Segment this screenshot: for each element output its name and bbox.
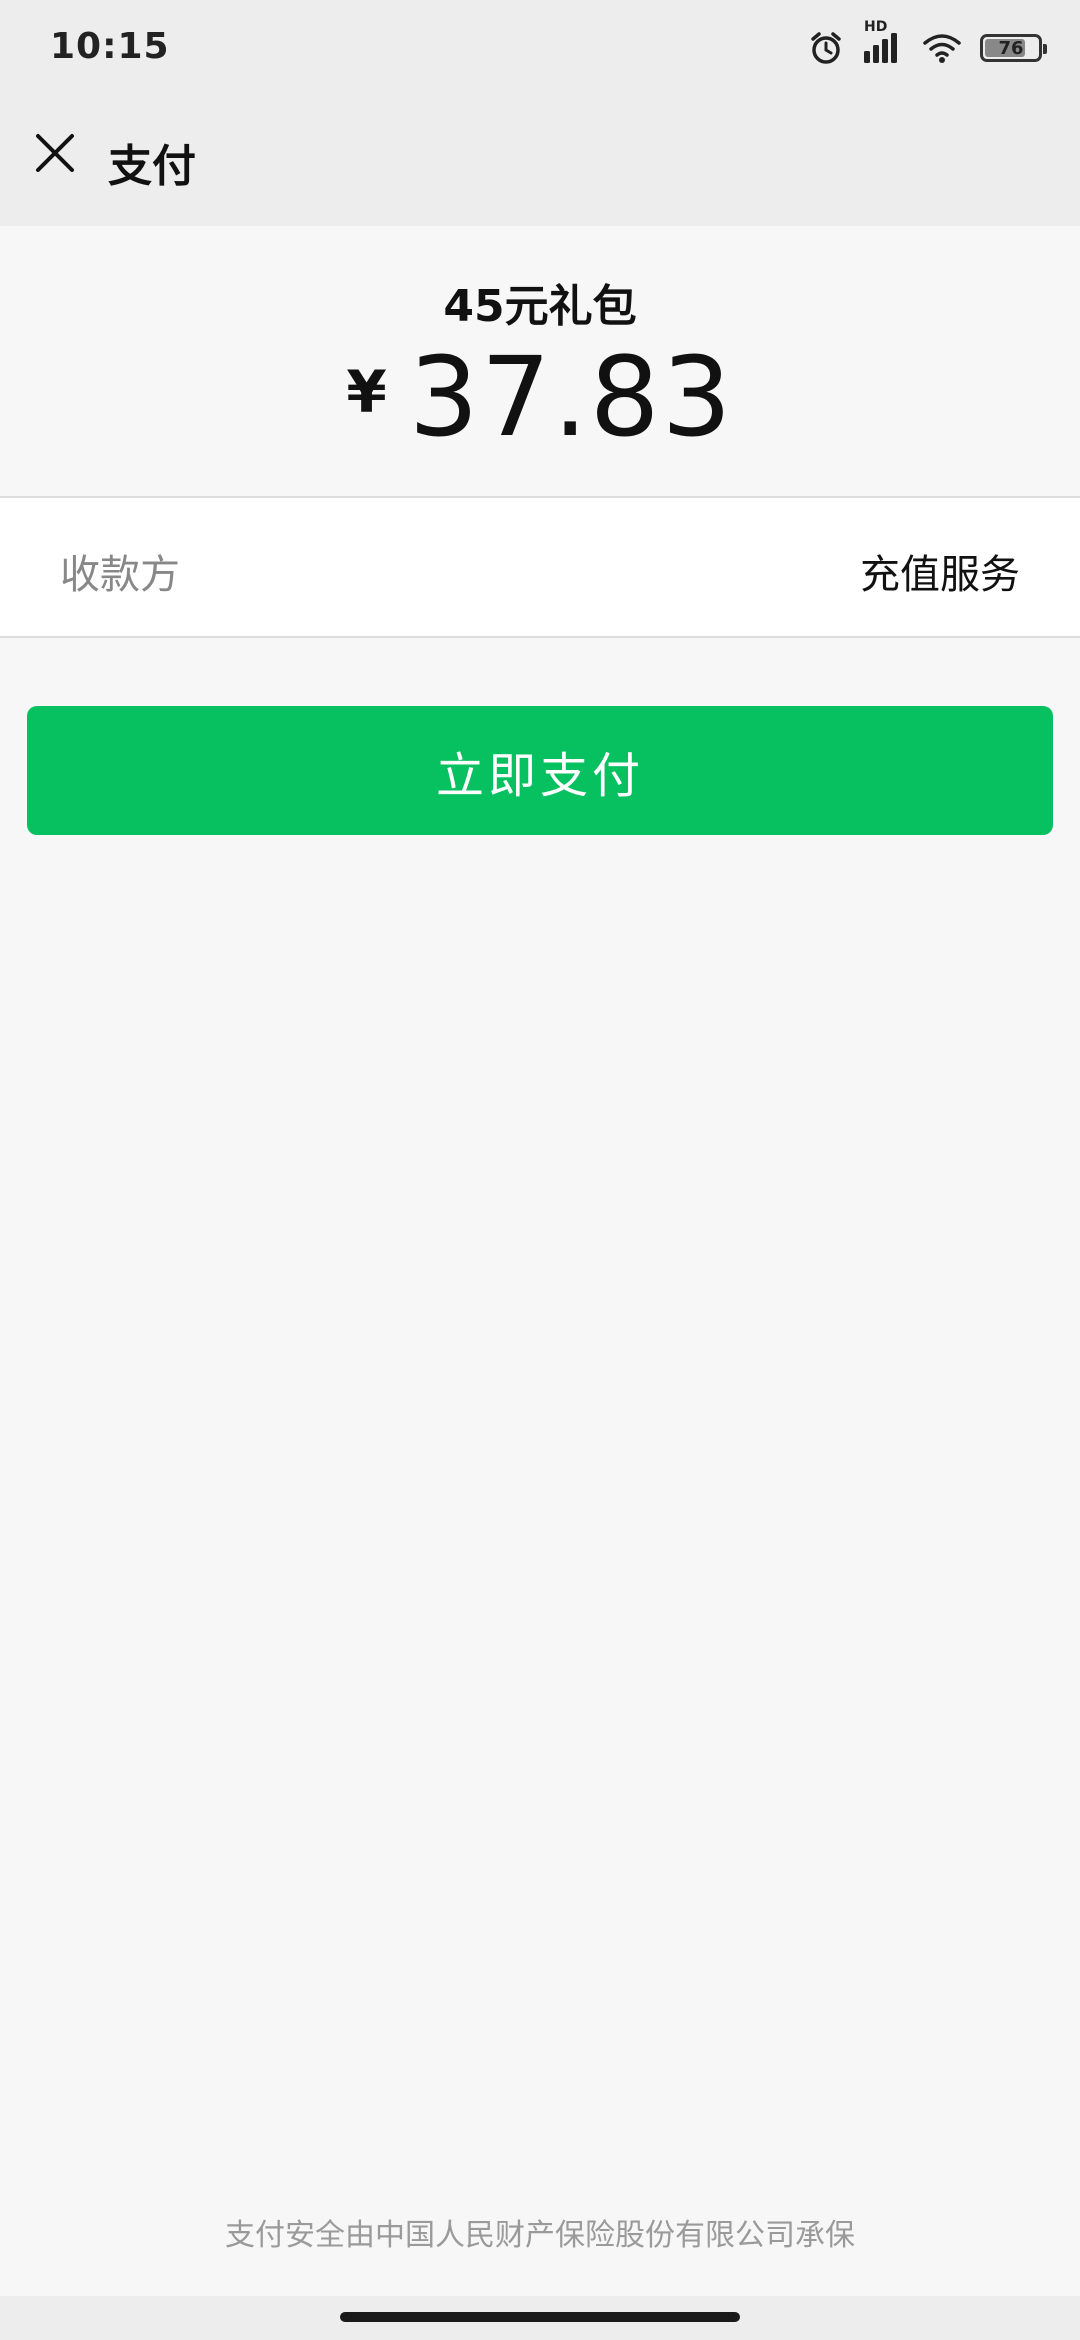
network-type-label: HD (864, 19, 888, 35)
home-indicator[interactable] (340, 2312, 740, 2322)
alarm-icon (808, 30, 844, 66)
payee-label: 收款方 (60, 552, 180, 598)
status-bar: 10:15 HD 76 (0, 0, 1080, 100)
payee-value: 充值服务 (860, 552, 1020, 598)
security-note: 支付安全由中国人民财产保险股份有限公司承保 (225, 2218, 855, 2253)
close-button[interactable] (22, 122, 88, 188)
nav-bar: 支付 (0, 100, 1080, 226)
status-icons: HD 76 (808, 19, 1047, 68)
order-summary: 45元礼包 ¥ 37.83 (0, 226, 1080, 496)
system-nav-bar (0, 2296, 1080, 2340)
divider (0, 636, 1080, 638)
payment-amount: 37.83 (408, 333, 734, 461)
status-time: 10:15 (50, 26, 170, 67)
battery-icon: 76 (980, 34, 1047, 62)
product-name: 45元礼包 (443, 281, 637, 332)
battery-level: 76 (998, 37, 1024, 59)
wifi-icon (922, 31, 962, 65)
currency-symbol: ¥ (346, 358, 387, 426)
payee-row: 收款方 充值服务 (0, 498, 1080, 636)
page-title: 支付 (108, 141, 196, 192)
price-line: ¥ 37.83 (0, 336, 1080, 452)
close-icon (33, 131, 77, 179)
signal-icon: HD (862, 19, 904, 65)
pay-now-button[interactable]: 立即支付 (27, 706, 1053, 835)
